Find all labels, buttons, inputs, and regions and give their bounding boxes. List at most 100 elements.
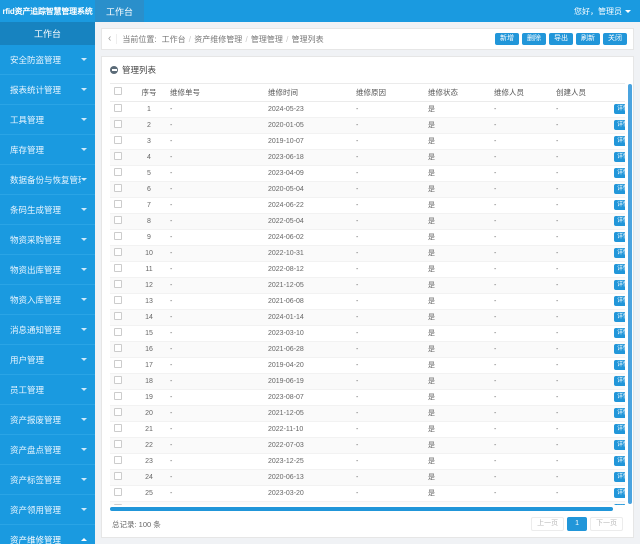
row-detail-button[interactable]: 详情 <box>614 248 625 258</box>
row-detail-button[interactable]: 详情 <box>614 344 625 354</box>
row-checkbox[interactable] <box>114 296 122 304</box>
table-row[interactable]: 13-2021-06-08-是--详情编辑删除 <box>110 293 625 310</box>
row-detail-button[interactable]: 详情 <box>614 392 625 402</box>
next-page-button[interactable]: 下一页 <box>590 516 623 532</box>
row-detail-button[interactable]: 详情 <box>614 376 625 386</box>
sidebar-item-7[interactable]: 物资出库管理 <box>0 255 95 285</box>
row-detail-button[interactable]: 详情 <box>614 152 625 162</box>
row-checkbox[interactable] <box>114 472 122 480</box>
row-checkbox[interactable] <box>114 488 122 496</box>
user-menu[interactable]: 您好，管理员 <box>574 0 640 22</box>
collapse-sidebar-icon[interactable]: ‹ <box>108 34 118 44</box>
table-row[interactable]: 22-2022-07-03-是--详情编辑删除 <box>110 437 625 454</box>
table-row[interactable]: 14-2024-01-14-是--详情编辑删除 <box>110 309 625 326</box>
table-row[interactable]: 25-2023-03-20-是--详情编辑删除 <box>110 485 625 502</box>
table-row[interactable]: 3-2019-10-07-是--详情编辑删除 <box>110 133 625 150</box>
breadcrumb-item-0[interactable]: 工作台 <box>162 35 186 44</box>
table-row[interactable]: 26-2020-11-30-是--详情编辑删除 <box>110 501 625 505</box>
row-detail-button[interactable]: 详情 <box>614 360 625 370</box>
sidebar-item-1[interactable]: 报表统计管理 <box>0 75 95 105</box>
row-detail-button[interactable]: 详情 <box>614 312 625 322</box>
row-detail-button[interactable]: 详情 <box>614 264 625 274</box>
row-checkbox[interactable] <box>114 344 122 352</box>
table-row[interactable]: 11-2022-08-12-是--详情编辑删除 <box>110 261 625 278</box>
table-row[interactable]: 5-2023-04-09-是--详情编辑删除 <box>110 165 625 182</box>
table-row[interactable]: 2-2020-01-05-是--详情编辑删除 <box>110 117 625 134</box>
breadcrumb-item-2[interactable]: 管理管理 <box>251 35 283 44</box>
row-checkbox[interactable] <box>114 392 122 400</box>
breadcrumb-item-3[interactable]: 管理列表 <box>292 35 324 44</box>
table-row[interactable]: 19-2023-08-07-是--详情编辑删除 <box>110 389 625 406</box>
row-detail-button[interactable]: 详情 <box>614 408 625 418</box>
row-checkbox[interactable] <box>114 200 122 208</box>
table-row[interactable]: 4-2023-06-18-是--详情编辑删除 <box>110 149 625 166</box>
sidebar-item-10[interactable]: 用户管理 <box>0 345 95 375</box>
table-row[interactable]: 8-2022-05-04-是--详情编辑删除 <box>110 213 625 230</box>
table-row[interactable]: 1-2024-05-23-是--详情编辑删除 <box>110 101 625 118</box>
vertical-scrollbar-thumb[interactable] <box>628 84 632 504</box>
table-row[interactable]: 12-2021-12-05-是--详情编辑删除 <box>110 277 625 294</box>
table-row[interactable]: 20-2021-12-05-是--详情编辑删除 <box>110 405 625 422</box>
row-detail-button[interactable]: 详情 <box>614 200 625 210</box>
row-detail-button[interactable]: 详情 <box>614 488 625 498</box>
vertical-scrollbar[interactable] <box>628 84 632 504</box>
row-checkbox[interactable] <box>114 440 122 448</box>
row-checkbox[interactable] <box>114 168 122 176</box>
table-row[interactable]: 7-2024-06-22-是--详情编辑删除 <box>110 197 625 214</box>
toolbar-button-3[interactable]: 刷新 <box>576 32 600 46</box>
toolbar-button-1[interactable]: 删除 <box>522 32 546 46</box>
toolbar-button-4[interactable]: 关闭 <box>603 32 627 46</box>
sidebar-item-9[interactable]: 消息通知管理 <box>0 315 95 345</box>
table-row[interactable]: 6-2020-05-04-是--详情编辑删除 <box>110 181 625 198</box>
sidebar-item-16[interactable]: 资产维修管理 <box>0 525 95 544</box>
row-checkbox[interactable] <box>114 328 122 336</box>
row-detail-button[interactable]: 详情 <box>614 136 625 146</box>
row-detail-button[interactable]: 详情 <box>614 232 625 242</box>
row-detail-button[interactable]: 详情 <box>614 280 625 290</box>
row-detail-button[interactable]: 详情 <box>614 184 625 194</box>
sidebar-item-2[interactable]: 工具管理 <box>0 105 95 135</box>
row-checkbox[interactable] <box>114 216 122 224</box>
sidebar-item-3[interactable]: 库存管理 <box>0 135 95 165</box>
row-detail-button[interactable]: 详情 <box>614 328 625 338</box>
row-detail-button[interactable]: 详情 <box>614 120 625 130</box>
sidebar-item-11[interactable]: 员工管理 <box>0 375 95 405</box>
select-all-checkbox[interactable] <box>114 87 122 96</box>
breadcrumb-item-1[interactable]: 资产维修管理 <box>194 35 242 44</box>
toolbar-button-0[interactable]: 新增 <box>495 32 519 46</box>
toolbar-button-2[interactable]: 导出 <box>549 32 573 46</box>
row-checkbox[interactable] <box>114 312 122 320</box>
sidebar-item-4[interactable]: 数据备份与恢复管理 <box>0 165 95 195</box>
sidebar-item-6[interactable]: 物资采购管理 <box>0 225 95 255</box>
row-detail-button[interactable]: 详情 <box>614 296 625 306</box>
row-checkbox[interactable] <box>114 232 122 240</box>
row-checkbox[interactable] <box>114 136 122 144</box>
row-detail-button[interactable]: 详情 <box>614 216 625 226</box>
row-detail-button[interactable]: 详情 <box>614 456 625 466</box>
row-checkbox[interactable] <box>114 456 122 464</box>
row-checkbox[interactable] <box>114 280 122 288</box>
row-checkbox[interactable] <box>114 152 122 160</box>
row-checkbox[interactable] <box>114 184 122 192</box>
row-detail-button[interactable]: 详情 <box>614 504 625 505</box>
table-row[interactable]: 16-2021-06-28-是--详情编辑删除 <box>110 341 625 358</box>
row-checkbox[interactable] <box>114 264 122 272</box>
row-checkbox[interactable] <box>114 408 122 416</box>
row-checkbox[interactable] <box>114 360 122 368</box>
sidebar-item-12[interactable]: 资产报废管理 <box>0 405 95 435</box>
sidebar-item-8[interactable]: 物资入库管理 <box>0 285 95 315</box>
sidebar-item-14[interactable]: 资产标签管理 <box>0 465 95 495</box>
row-checkbox[interactable] <box>114 120 122 128</box>
row-checkbox[interactable] <box>114 376 122 384</box>
page-number-1-button[interactable]: 1 <box>567 516 587 532</box>
row-detail-button[interactable]: 详情 <box>614 168 625 178</box>
row-detail-button[interactable]: 详情 <box>614 472 625 482</box>
table-row[interactable]: 10-2022-10-31-是--详情编辑删除 <box>110 245 625 262</box>
sidebar-item-0[interactable]: 安全防盗管理 <box>0 45 95 75</box>
prev-page-button[interactable]: 上一页 <box>531 516 565 532</box>
table-row[interactable]: 9-2024-06-02-是--详情编辑删除 <box>110 229 625 246</box>
table-row[interactable]: 18-2019-06-19-是--详情编辑删除 <box>110 373 625 390</box>
row-detail-button[interactable]: 详情 <box>614 104 625 114</box>
row-detail-button[interactable]: 详情 <box>614 424 625 434</box>
table-row[interactable]: 15-2023-03-10-是--详情编辑删除 <box>110 325 625 342</box>
